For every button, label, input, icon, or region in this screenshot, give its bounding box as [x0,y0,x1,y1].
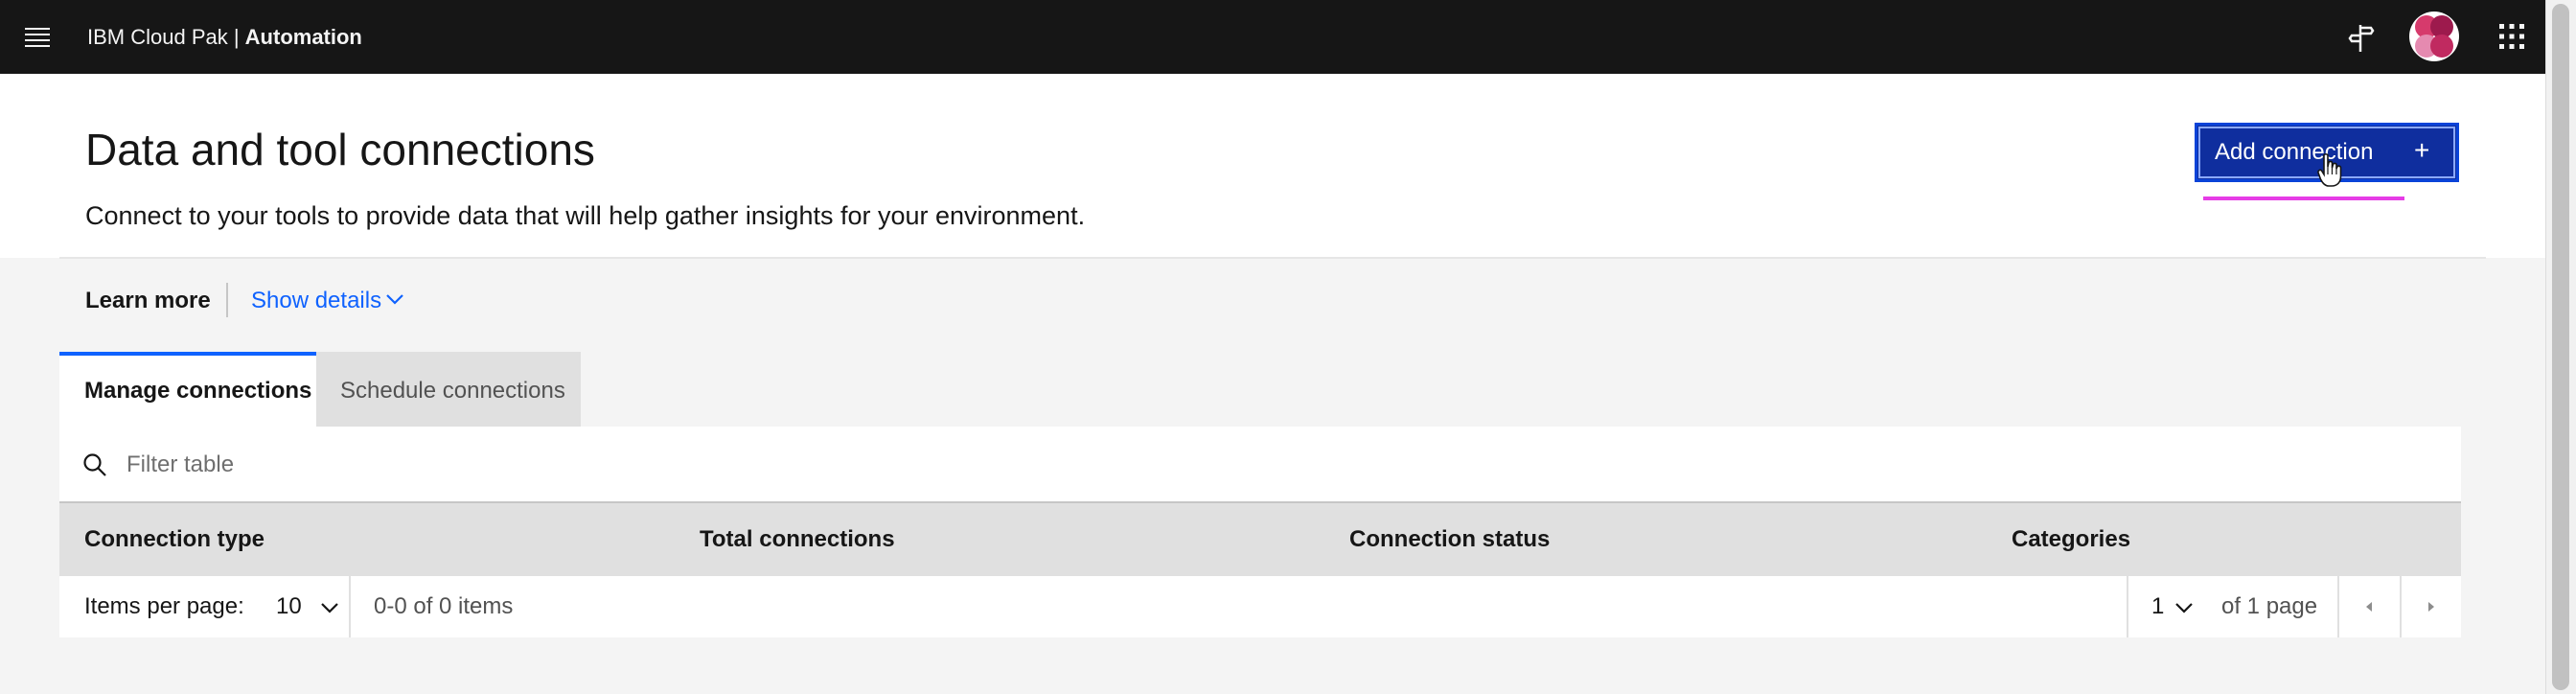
column-header-total-connections[interactable]: Total connections [700,523,895,556]
header-divider [59,257,2486,259]
tab-schedule-connections[interactable]: Schedule connections [316,352,581,427]
chevron-down-icon [2175,603,2193,613]
total-pages-text: of 1 page [2221,593,2318,619]
product-name[interactable]: IBM Cloud Pak | Automation [87,21,362,54]
tab-manage-connections[interactable]: Manage connections [59,352,316,427]
tab-schedule-connections-label: Schedule connections [340,378,565,404]
menu-icon[interactable] [25,26,50,47]
highlight-underline [2203,197,2404,200]
top-header: IBM Cloud Pak | Automation [0,0,2545,74]
table-toolbar [59,427,2461,503]
column-header-categories[interactable]: Categories [2012,523,2130,556]
learn-more-divider [226,283,228,317]
scrollbar-thumb[interactable] [2552,4,2569,690]
avatar[interactable] [2409,12,2459,61]
items-per-page-label: Items per page: [84,593,244,619]
chevron-down-icon[interactable] [385,292,404,306]
flag-icon[interactable] [2348,22,2375,53]
plus-icon: + [2414,135,2430,165]
items-per-page-value: 10 [276,593,302,619]
table-header-row: Connection type Total connections Connec… [59,503,2461,576]
add-connection-label: Add connection [2215,139,2374,165]
filter-table-input[interactable] [126,446,2426,484]
previous-page-button[interactable] [2339,576,2400,637]
caret-right-icon [2428,602,2434,612]
tab-manage-connections-label: Manage connections [84,378,312,404]
column-header-connection-status[interactable]: Connection status [1349,523,1550,556]
items-per-page-select[interactable]: 10 [263,576,349,637]
items-range-text: 0-0 of 0 items [374,593,514,619]
column-header-connection-type[interactable]: Connection type [84,523,264,556]
page-number-select[interactable]: 1 [2128,576,2196,637]
chevron-down-icon [321,603,338,613]
page-number-value: 1 [2151,593,2165,619]
search-icon [83,453,106,476]
pagination-divider [349,576,351,637]
page-description: Connect to your tools to provide data th… [85,201,1086,230]
page-title: Data and tool connections [85,125,595,174]
next-page-button[interactable] [2402,576,2461,637]
vertical-scrollbar[interactable] [2545,0,2576,694]
hand-pointer-cursor-icon [2317,153,2342,187]
learn-more-label: Learn more [85,288,211,313]
show-details-link[interactable]: Show details [251,285,381,317]
pagination-bar: Items per page: 10 0-0 of 0 items 1 of 1… [59,576,2461,637]
apps-switcher-icon[interactable] [2498,23,2525,50]
brand-product: Automation [244,25,362,49]
brand-prefix: IBM Cloud Pak | [87,25,245,49]
caret-left-icon [2366,602,2372,612]
